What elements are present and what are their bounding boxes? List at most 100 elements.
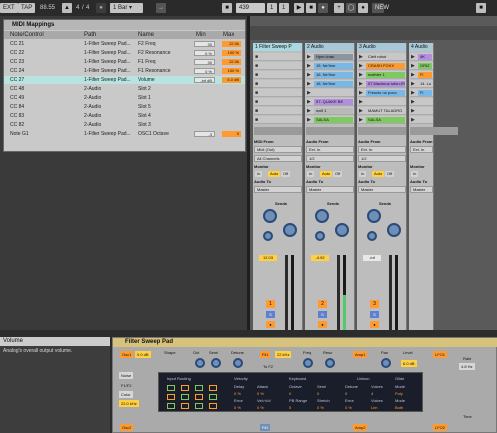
clip-launch-icon[interactable]: ▶ xyxy=(359,54,364,60)
clip[interactable]: Fi xyxy=(418,90,432,96)
mod-param-value[interactable]: 0 xyxy=(317,391,319,396)
clip-slot[interactable]: ▶ Frescto no poco xyxy=(358,89,406,97)
stop-icon[interactable]: ■ xyxy=(255,54,260,60)
routing-matrix-cell[interactable] xyxy=(195,385,203,391)
fil1-toggle[interactable]: Fil1 xyxy=(260,351,271,358)
loop-switch-icon[interactable]: ■ xyxy=(476,3,486,13)
mapping-min-field[interactable]: 0 % xyxy=(194,68,215,74)
mod-param-value[interactable]: 0 % xyxy=(345,405,352,410)
clip-launch-icon[interactable]: ▶ xyxy=(359,117,364,123)
send-a-knob[interactable] xyxy=(263,209,277,223)
clip-stop-row[interactable] xyxy=(410,127,458,135)
mod-param-value[interactable]: 5 xyxy=(289,405,291,410)
clip-launch-icon[interactable]: ▶ xyxy=(411,81,416,87)
quantize-select[interactable]: 1 Bar ▾ xyxy=(110,3,143,13)
clip-slot[interactable]: ■ xyxy=(254,71,302,79)
routing-matrix-cell[interactable] xyxy=(181,385,189,391)
clip-slot[interactable]: ▶ 16. Ne'Ibor xyxy=(306,71,354,79)
mapping-row[interactable]: CC 48 2-Audio Slot 2 xyxy=(4,85,245,93)
clip[interactable]: 57 Maximus tufon-RVRS_01-03 xyxy=(366,81,405,87)
clip-launch-icon[interactable]: ▶ xyxy=(307,72,312,78)
clip-slot[interactable]: ▶ SALSA xyxy=(306,116,354,124)
mapping-row[interactable]: CC 83 2-Audio Slot 4 xyxy=(4,112,245,120)
clip-slot[interactable]: ▶ Hpm chan xyxy=(306,53,354,61)
clip-slot[interactable]: ▶ 18. Ne'Ibor xyxy=(306,80,354,88)
volume-fader[interactable] xyxy=(337,255,340,335)
clip[interactable]: Hpm chan xyxy=(314,54,353,60)
noise-toggle[interactable]: Noise xyxy=(119,372,134,379)
mapping-max-field[interactable]: 100 % xyxy=(222,50,241,56)
rate-value[interactable]: 4.8 Hz xyxy=(459,363,475,370)
track-title[interactable]: 1 Filter Sweep P xyxy=(253,43,302,51)
routing-matrix-cell[interactable] xyxy=(167,385,175,391)
nudge-down-icon[interactable]: ▲ xyxy=(62,3,72,13)
clip-slot[interactable]: ▶ xyxy=(410,107,433,115)
arm-button[interactable]: ● xyxy=(318,321,327,328)
stop-icon[interactable]: ■ xyxy=(255,63,260,69)
follow-icon[interactable]: → xyxy=(156,3,166,13)
clip-slot[interactable]: ▶ Fi xyxy=(410,89,433,97)
amp1-toggle[interactable]: Amp1 xyxy=(353,351,368,358)
clip-launch-icon[interactable]: ▶ xyxy=(359,81,364,87)
detune-knob[interactable] xyxy=(233,358,243,368)
clip[interactable]: 16. Ne'Ibor xyxy=(314,72,353,78)
osc1-level[interactable]: 0.0 dB xyxy=(135,351,151,358)
clip-launch-icon[interactable]: ▶ xyxy=(359,63,364,69)
mod-param-value[interactable]: 0 xyxy=(345,391,347,396)
clip[interactable]: Cielt robot xyxy=(366,54,405,60)
osc1-toggle[interactable]: Osc1 xyxy=(120,351,134,358)
mapping-row[interactable]: CC 21 1-Filter Sweep Pad... F2 Freq 30 22.0k xyxy=(4,40,245,48)
clip-slot[interactable]: ■ xyxy=(254,62,302,70)
clip-slot[interactable]: ▶ Cielt robot xyxy=(358,53,406,61)
mapping-row[interactable]: CC 82 2-Audio Slot 3 xyxy=(4,121,245,129)
monitor-off-button[interactable]: Off xyxy=(385,171,395,177)
output-type-select[interactable]: Master xyxy=(254,186,302,193)
mapping-min-field[interactable]: -inf dB xyxy=(194,77,215,83)
mod-param-value[interactable]: 0 % xyxy=(234,391,241,396)
routing-matrix-cell[interactable] xyxy=(209,403,217,409)
clip-launch-icon[interactable]: ▶ xyxy=(307,81,312,87)
mapping-row[interactable]: CC 24 1-Filter Sweep Pad... F1 Resonance 0 … xyxy=(4,67,245,75)
input-type-select[interactable]: Ext. In xyxy=(410,146,433,153)
clip[interactable]: GRIZ xyxy=(418,63,432,69)
send-b-knob[interactable] xyxy=(335,223,349,237)
mod-param-value[interactable]: 4 xyxy=(371,391,373,396)
clip-slot[interactable]: ▶ 4K xyxy=(410,53,433,61)
clip-launch-icon[interactable]: ▶ xyxy=(307,90,312,96)
input-type-select[interactable]: Midi (Out) xyxy=(254,146,302,153)
fil1-value[interactable]: 22 kHz xyxy=(275,351,292,358)
clip[interactable]: SALSA xyxy=(314,117,353,123)
clip-launch-icon[interactable]: ▶ xyxy=(307,108,312,114)
mapping-max-field[interactable]: 100 % xyxy=(222,68,241,74)
mod-param-value[interactable]: 0 % xyxy=(257,391,264,396)
monitor-auto-button[interactable]: Auto xyxy=(320,171,333,177)
clip-launch-icon[interactable]: ▶ xyxy=(411,63,416,69)
clip-launch-icon[interactable]: ▶ xyxy=(307,99,312,105)
time-signature-numerator[interactable]: 4 xyxy=(76,3,79,13)
send-a-knob[interactable] xyxy=(315,209,329,223)
mapping-row[interactable]: CC 84 2-Audio Slot 5 xyxy=(4,103,245,111)
clip[interactable]: 15. Ne'Ibor xyxy=(314,63,353,69)
clip-slot[interactable]: ▶ Fi xyxy=(410,71,433,79)
clip-slot[interactable]: ■ xyxy=(254,80,302,88)
volume-fader[interactable] xyxy=(389,255,392,335)
clip[interactable]: Fi xyxy=(418,72,432,78)
clip-stop-row[interactable] xyxy=(254,127,302,135)
track-title[interactable]: 3 Audio xyxy=(357,43,406,51)
stop-icon[interactable]: ■ xyxy=(255,72,260,78)
clip-launch-icon[interactable]: ▶ xyxy=(307,63,312,69)
clip-slot[interactable]: ■ xyxy=(254,53,302,61)
clip-slot[interactable]: ▶ GRIZ xyxy=(410,62,433,70)
mod-param-value[interactable]: Both xyxy=(395,405,403,410)
monitor-off-button[interactable]: Off xyxy=(333,171,343,177)
track-volume-field[interactable]: -inf xyxy=(363,255,381,261)
input-channel-select[interactable]: 1/2 xyxy=(358,155,406,162)
clip-launch-icon[interactable]: ▶ xyxy=(307,117,312,123)
stop-icon[interactable]: ■ xyxy=(255,117,260,123)
solo-button[interactable]: S xyxy=(370,311,379,318)
stop-icon[interactable]: ■ xyxy=(255,90,260,96)
color-toggle[interactable]: Color xyxy=(119,391,133,398)
input-type-select[interactable]: Ext. In xyxy=(358,146,406,153)
clip-slot[interactable]: ■ xyxy=(254,89,302,97)
song-position-bars[interactable]: 439 xyxy=(236,3,265,13)
